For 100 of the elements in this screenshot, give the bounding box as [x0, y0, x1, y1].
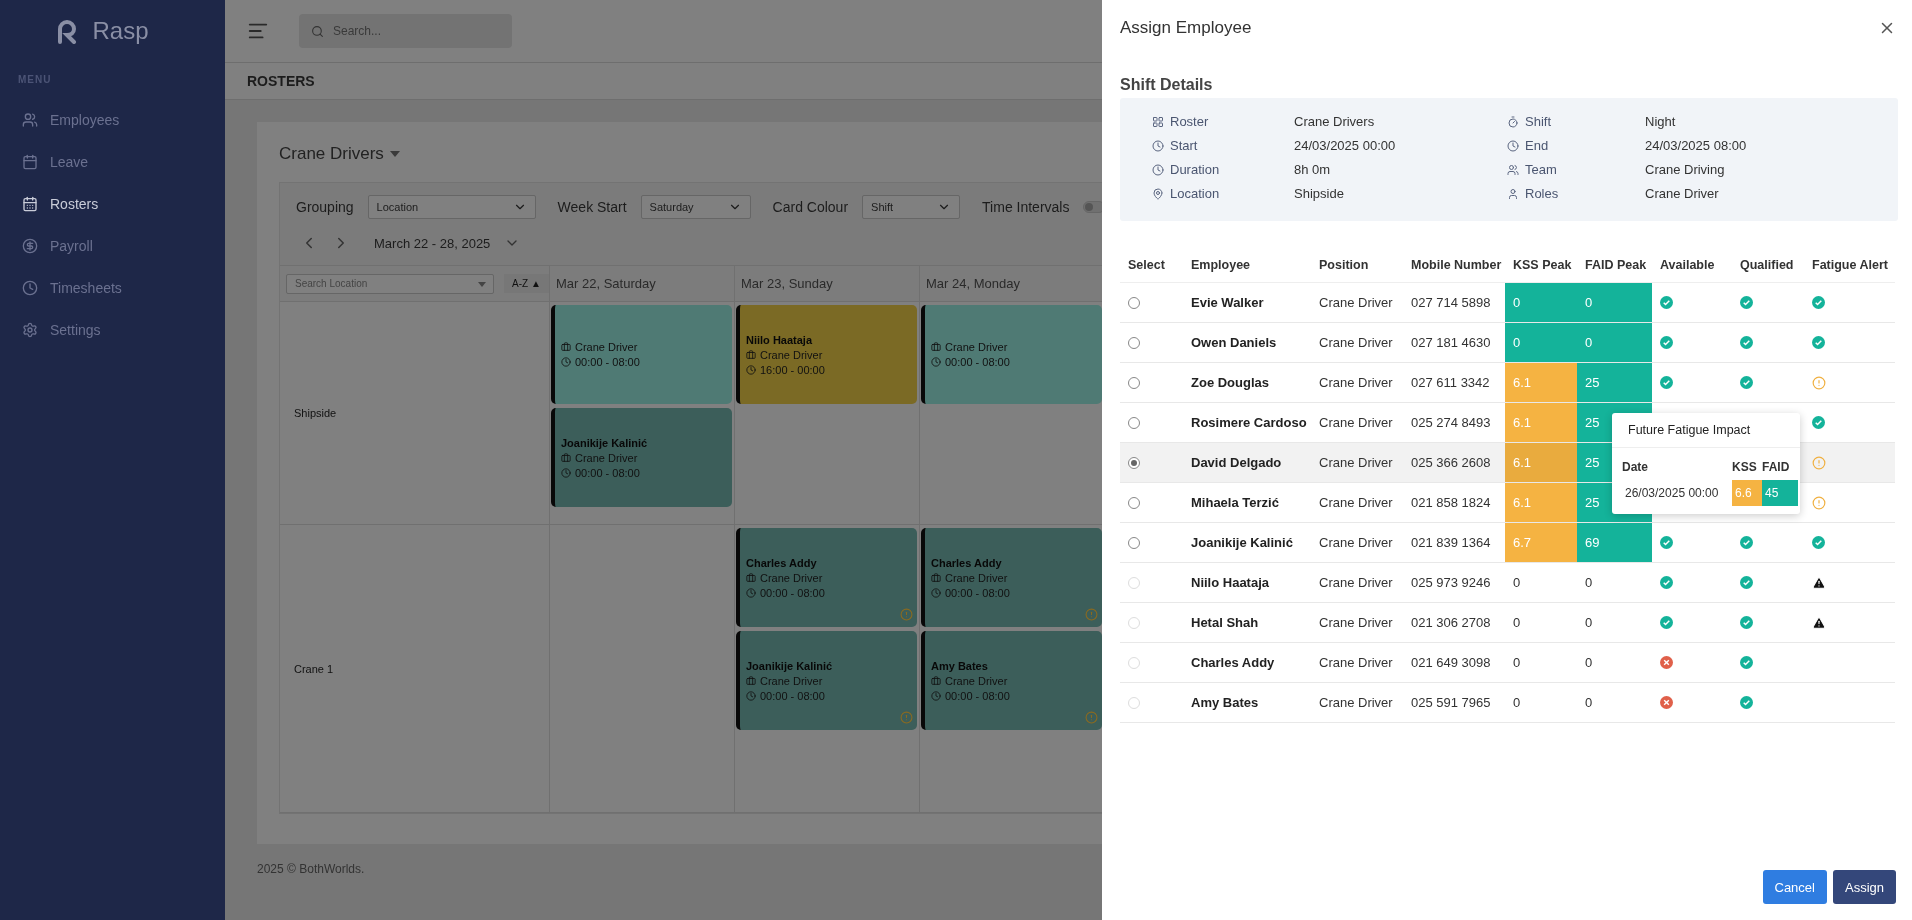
shift-role: Crane Driver	[575, 341, 638, 353]
faid-cell: 0	[1577, 603, 1652, 643]
radio-button[interactable]	[1128, 456, 1140, 469]
location-search-field[interactable]: Search Location	[286, 273, 494, 294]
clock-icon	[1507, 139, 1519, 152]
employee-name: Mihaela Terzić	[1191, 495, 1279, 510]
clock-icon	[746, 690, 756, 701]
radio-button[interactable]	[1128, 536, 1140, 549]
position-text: Crane Driver	[1319, 495, 1393, 510]
position-text: Crane Driver	[1319, 655, 1393, 670]
radio-button[interactable]	[1128, 496, 1140, 509]
shift-time: 16:00 - 00:00	[760, 363, 825, 376]
column-header: Select	[1120, 247, 1183, 283]
employee-name: Joanikije Kalinić	[1191, 535, 1293, 550]
timer-icon	[1507, 115, 1519, 128]
popover-title: Future Fatigue Impact	[1612, 413, 1800, 448]
day-header: Mar 23, Sunday	[741, 276, 833, 291]
popover-column-header: FAID	[1762, 459, 1791, 476]
position-text: Crane Driver	[1319, 455, 1393, 470]
kss-cell: 0	[1505, 563, 1577, 603]
assign-button[interactable]: Assign	[1832, 870, 1896, 904]
shift-time: 00:00 - 08:00	[760, 689, 825, 702]
filter-label: Week Start	[557, 199, 627, 215]
briefcase-icon	[931, 572, 941, 583]
faid-cell: 0	[1577, 283, 1652, 323]
position-text: Crane Driver	[1319, 375, 1393, 390]
column-header: Qualified	[1732, 247, 1804, 283]
detail-value: 24/03/2025 00:00	[1294, 138, 1397, 153]
popover-kss-cell: 6.6	[1732, 480, 1762, 506]
sidebar-item[interactable]: Rosters	[0, 183, 225, 225]
search-field[interactable]: Search...	[299, 14, 512, 48]
users-icon	[1507, 163, 1519, 176]
faid-cell: 25	[1577, 363, 1652, 403]
faid-cell: 0	[1577, 323, 1652, 363]
employee-name: Owen Daniels	[1191, 335, 1277, 350]
grid-icon	[1152, 115, 1164, 128]
sidebar-item[interactable]: Leave	[0, 141, 225, 183]
shift-time: 00:00 - 08:00	[945, 356, 1010, 368]
kss-cell: 0	[1505, 283, 1577, 323]
kss-cell: 0	[1505, 643, 1577, 683]
radio-button[interactable]	[1128, 336, 1140, 349]
column-header: Position	[1311, 247, 1403, 283]
detail-value: Night	[1645, 114, 1677, 129]
shift-card[interactable]: Crane Driver 00:00 - 08:00	[551, 305, 732, 404]
column-header: Mobile Number	[1403, 247, 1505, 283]
shift-card[interactable]: Amy Bates Crane Driver 00:00 - 08:00	[921, 631, 1102, 730]
employee-name: Amy Bates	[1191, 695, 1259, 710]
caret-icon	[478, 281, 486, 287]
shift-card[interactable]: Joanikije Kalinić Crane Driver 00:00 - 08:00	[551, 408, 732, 507]
detail-value: 8h 0m	[1294, 162, 1332, 177]
detail-label: Shift	[1525, 114, 1552, 129]
mobile-number: 027 714 5898	[1411, 295, 1491, 310]
clock-icon	[561, 467, 571, 478]
shift-card[interactable]: Charles Addy Crane Driver 00:00 - 08:00	[736, 528, 917, 627]
alert-circle-icon	[1085, 711, 1098, 724]
position-text: Crane Driver	[1319, 695, 1393, 710]
column-header: Available	[1652, 247, 1732, 283]
kss-cell: 6.1	[1505, 443, 1577, 483]
shift-employee: Charles Addy	[746, 556, 818, 569]
faid-cell: 0	[1577, 643, 1652, 683]
calendar-icon	[22, 154, 38, 170]
position-text: Crane Driver	[1319, 295, 1393, 310]
detail-label: Roles	[1525, 186, 1560, 201]
employee-name: Hetal Shah	[1191, 615, 1259, 630]
day-header: Mar 24, Monday	[926, 276, 1020, 291]
toggle-label: Time Intervals	[982, 199, 1070, 215]
shift-card[interactable]: Charles Addy Crane Driver 00:00 - 08:00	[921, 528, 1102, 627]
popover-column-header: Date	[1622, 459, 1649, 476]
sidebar-item[interactable]: Employees	[0, 99, 225, 141]
shift-card[interactable]: Niilo Haataja Crane Driver 16:00 - 00:00	[736, 305, 917, 404]
shift-employee: Charles Addy	[931, 556, 1003, 569]
sidebar-item[interactable]: Payroll	[0, 225, 225, 267]
faid-cell: 0	[1577, 563, 1652, 603]
clock-icon	[561, 357, 571, 367]
kss-cell: 6.1	[1505, 403, 1577, 443]
filter-select[interactable]: Saturday	[640, 195, 751, 219]
users-icon	[22, 112, 38, 128]
filter-select[interactable]: Location	[367, 195, 536, 219]
sidebar-item[interactable]: Settings	[0, 309, 225, 351]
radio-button[interactable]	[1128, 296, 1140, 309]
shift-time: 00:00 - 08:00	[760, 586, 825, 599]
detail-label: Duration	[1170, 162, 1221, 177]
shift-employee: Joanikije Kalinić	[746, 659, 834, 672]
mobile-number: 027 611 3342	[1411, 375, 1490, 390]
shift-card[interactable]: Joanikije Kalinić Crane Driver 00:00 - 08:00	[736, 631, 917, 730]
date-range[interactable]: March 22 - 28, 2025	[374, 235, 491, 251]
kss-cell: 0	[1505, 603, 1577, 643]
sidebar-item[interactable]: Timesheets	[0, 267, 225, 309]
drawer-title: Assign Employee	[1120, 18, 1252, 38]
sort-button[interactable]: A-Z ▲	[504, 274, 549, 293]
radio-button[interactable]	[1128, 376, 1140, 389]
day-header: Mar 22, Saturday	[556, 276, 656, 291]
footer-text: 2025 © BothWorlds.	[257, 862, 365, 876]
shift-card[interactable]: Crane Driver 00:00 - 08:00	[921, 305, 1102, 404]
clock-icon	[931, 357, 941, 367]
briefcase-icon	[561, 452, 571, 463]
filter-select[interactable]: Shift	[862, 195, 961, 219]
radio-button[interactable]	[1128, 416, 1140, 429]
cancel-button[interactable]: Cancel	[1762, 870, 1827, 904]
shift-employee: Niilo Haataja	[746, 333, 814, 346]
